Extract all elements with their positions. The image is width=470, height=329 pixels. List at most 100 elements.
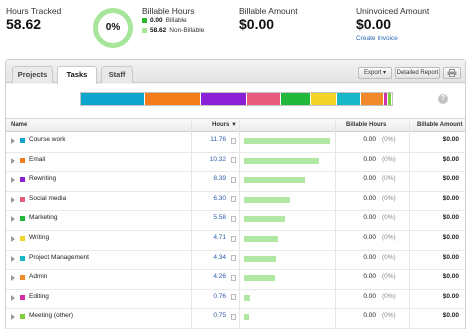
task-color-swatch [20,216,25,222]
edit-icon[interactable] [231,157,236,164]
table-row[interactable]: Meeting (other) 0.75 0.00 (0%) $0.00 [6,309,465,329]
billable-amount-value: $0.00 [442,194,459,202]
distribution-segment[interactable] [311,93,337,105]
billable-hours-value: 0.00 [363,136,376,143]
table-row[interactable]: Admin 4.26 0.00 (0%) $0.00 [6,270,465,290]
billable-amount-value: $0.00 [442,175,459,183]
table-row[interactable]: Social media 6.30 0.00 (0%) $0.00 [6,192,465,212]
export-button[interactable]: Export ▾ [358,67,392,79]
expand-arrow-icon[interactable] [11,177,15,184]
column-billable-hours-header[interactable]: Billable Hours [346,122,386,128]
hours-bar [244,314,250,321]
edit-icon[interactable] [231,294,236,301]
task-name[interactable]: Project Management [29,254,89,261]
task-name[interactable]: Marketing [29,214,58,221]
billable-percent: (0%) [382,214,396,222]
table-row[interactable]: Rewriting 8.39 0.00 (0%) $0.00 [6,172,465,192]
tab-staff[interactable]: Staff [101,66,133,83]
task-name[interactable]: Email [29,156,45,163]
task-name[interactable]: Meeting (other) [29,312,73,319]
table-row[interactable]: Editing 0.76 0.00 (0%) $0.00 [6,290,465,310]
print-button[interactable] [443,67,461,79]
edit-icon[interactable] [231,137,236,144]
table-row[interactable]: Marketing 5.58 0.00 (0%) $0.00 [6,211,465,231]
task-hours[interactable]: 5.58 [213,214,226,221]
expand-arrow-icon[interactable] [11,138,15,144]
distribution-segment[interactable] [360,93,384,105]
tab-tasks[interactable]: Tasks [57,66,97,84]
task-hours[interactable]: 0.76 [213,293,226,300]
distribution-segment[interactable] [81,93,145,105]
billable-legend-label: Billable [165,17,187,24]
table-row[interactable]: Course work 11.76 0.00 (0%) $0.00 [6,133,465,153]
hours-bar [244,216,285,223]
billable-amount-value: $0.00 [442,292,459,300]
task-hours[interactable]: 8.39 [213,175,226,182]
edit-icon[interactable] [231,196,236,203]
detailed-report-button[interactable]: Detailed Report [395,67,440,79]
time-report-page: Hours Tracked 58.62 0% Billable Hours 0.… [0,0,470,329]
task-name[interactable]: Rewriting [29,175,56,182]
task-name[interactable]: Social media [29,195,66,202]
uninvoiced-amount-value: $0.00 [356,16,392,32]
task-hours[interactable]: 4.71 [213,234,226,241]
edit-icon[interactable] [231,274,236,281]
task-hours[interactable]: 10.32 [210,156,226,163]
task-color-swatch [20,196,25,202]
expand-arrow-icon[interactable] [11,275,15,282]
task-color-swatch [20,177,25,183]
edit-icon[interactable] [231,255,236,262]
task-color-swatch [20,255,25,261]
expand-arrow-icon[interactable] [11,255,15,262]
print-icon [447,69,457,77]
distribution-segment[interactable] [387,93,392,105]
billable-hours-value: 0.00 [363,312,376,320]
expand-arrow-icon[interactable] [11,236,15,242]
distribution-segment[interactable] [201,93,247,105]
billable-percent: (0%) [382,136,396,143]
edit-icon[interactable] [231,176,236,183]
billable-hours-value: 0.00 [363,273,376,281]
table-row[interactable]: Email 10.32 0.00 (0%) $0.00 [6,153,465,173]
table-row[interactable]: Project Management 4.34 0.00 (0%) $0.00 [6,251,465,271]
task-color-swatch [20,157,25,163]
task-hours[interactable]: 11.76 [210,136,226,143]
expand-arrow-icon[interactable] [11,314,15,321]
billable-amount-value: $0.00 [239,16,275,32]
expand-arrow-icon[interactable] [11,196,15,203]
create-invoice-link[interactable]: Create Invoice [356,35,398,42]
task-name[interactable]: Editing [29,293,49,300]
task-name[interactable]: Course work [29,136,65,143]
billable-swatch [142,18,147,23]
donut-percent: 0% [105,22,121,33]
table-row[interactable]: Writing 4.71 0.00 (0%) $0.00 [6,231,465,251]
billable-hours-value: 0.00 [363,292,376,300]
task-hours[interactable]: 4.34 [213,254,226,261]
task-name[interactable]: Writing [29,234,49,241]
column-hours-header[interactable]: Hours ▼ [212,122,237,128]
edit-icon[interactable] [231,235,236,242]
distribution-segment[interactable] [246,93,281,105]
column-billable-amount-header[interactable]: Billable Amount [417,122,462,128]
tab-projects[interactable]: Projects [12,66,53,83]
task-hours[interactable]: 4.26 [213,273,226,280]
expand-arrow-icon[interactable] [11,157,15,164]
task-name[interactable]: Admin [29,273,47,280]
help-icon[interactable]: ? [438,94,448,104]
distribution-segment[interactable] [144,93,202,105]
edit-icon[interactable] [231,215,236,222]
distribution-segment[interactable] [336,93,361,105]
billable-value: 0.00 [150,17,163,24]
distribution-segment[interactable] [281,93,312,105]
hours-bar [244,196,291,203]
task-color-swatch [20,275,25,281]
task-hours[interactable]: 6.30 [213,195,226,202]
edit-icon[interactable] [231,313,236,320]
non-billable-legend-label: Non-Billable [169,27,205,34]
hours-bar [244,138,330,144]
expand-arrow-icon[interactable] [11,294,15,301]
expand-arrow-icon[interactable] [11,216,15,223]
billable-hours-label: Billable Hours [142,6,195,16]
task-hours[interactable]: 0.75 [213,312,226,319]
column-name-header[interactable]: Name [11,122,27,128]
